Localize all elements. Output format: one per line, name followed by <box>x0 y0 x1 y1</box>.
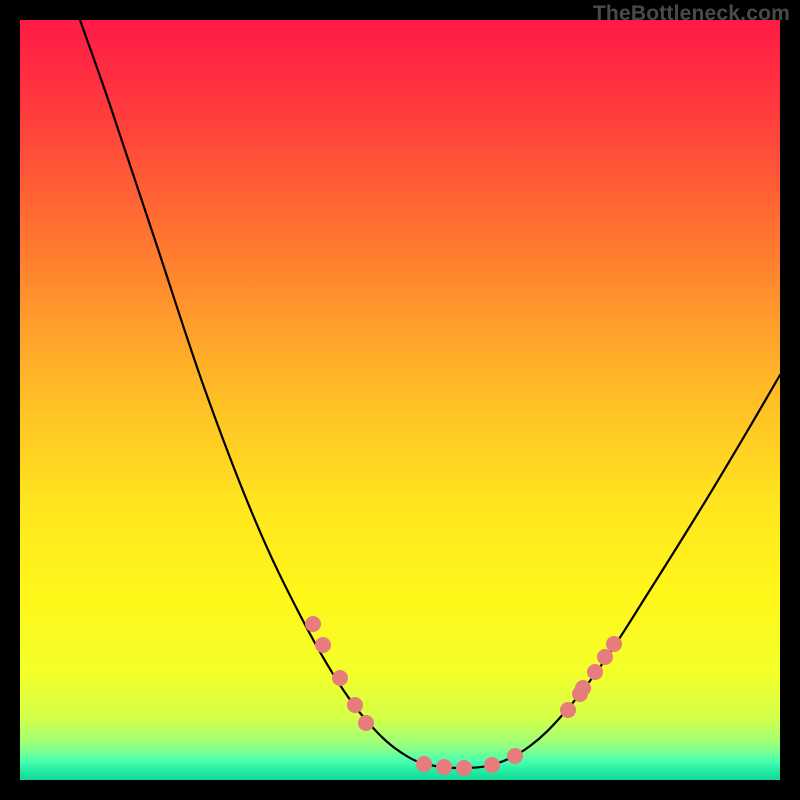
highlight-marker <box>416 756 432 772</box>
highlight-marker <box>456 760 472 776</box>
highlight-marker <box>332 670 348 686</box>
highlight-marker <box>358 715 374 731</box>
highlight-marker <box>305 616 321 632</box>
highlight-marker <box>347 697 363 713</box>
highlight-marker <box>484 757 500 773</box>
highlight-marker <box>606 636 622 652</box>
watermark-text: TheBottleneck.com <box>593 2 790 26</box>
highlight-marker <box>575 680 591 696</box>
highlight-marker <box>560 702 576 718</box>
highlight-marker <box>587 664 603 680</box>
highlight-marker <box>507 748 523 764</box>
gradient-rect <box>20 20 780 780</box>
highlight-marker <box>315 637 331 653</box>
highlight-marker <box>436 759 452 775</box>
highlight-marker <box>597 649 613 665</box>
bottleneck-chart <box>20 20 780 780</box>
